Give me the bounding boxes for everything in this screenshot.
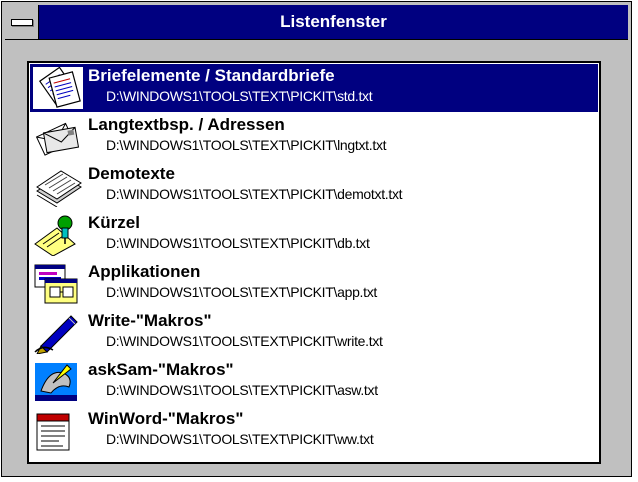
list-item[interactable]: Demotexte D:\WINDOWS1\TOOLS\TEXT\PICKIT\… xyxy=(30,162,598,210)
window-title: Listenfenster xyxy=(280,12,387,31)
list-item[interactable]: askSam-"Makros" D:\WINDOWS1\TOOLS\TEXT\P… xyxy=(30,358,598,406)
list-item[interactable]: Kürzel D:\WINDOWS1\TOOLS\TEXT\PICKIT\db.… xyxy=(30,211,598,259)
notepad-pin-icon xyxy=(34,215,76,256)
system-menu-icon xyxy=(11,19,33,26)
applications-icon xyxy=(34,264,78,304)
item-name: Kürzel xyxy=(88,213,140,232)
item-name: Briefelemente / Standardbriefe xyxy=(88,66,335,85)
newspaper-stack-icon xyxy=(36,170,82,207)
item-path: D:\WINDOWS1\TOOLS\TEXT\PICKIT\write.txt xyxy=(106,333,383,349)
letters-icon xyxy=(33,67,83,109)
item-name: Applikationen xyxy=(88,262,201,281)
item-path: D:\WINDOWS1\TOOLS\TEXT\PICKIT\app.txt xyxy=(106,284,378,300)
system-menu-button[interactable] xyxy=(5,5,39,39)
item-name: WinWord-"Makros" xyxy=(88,409,244,428)
list-item[interactable]: Write-"Makros" D:\WINDOWS1\TOOLS\TEXT\PI… xyxy=(30,309,598,357)
item-name: Write-"Makros" xyxy=(88,311,212,330)
item-path: D:\WINDOWS1\TOOLS\TEXT\PICKIT\ww.txt xyxy=(106,431,374,447)
pen-icon xyxy=(34,315,78,354)
file-list[interactable]: Briefelemente / Standardbriefe D:\WINDOW… xyxy=(27,61,601,464)
list-item[interactable]: Briefelemente / Standardbriefe D:\WINDOW… xyxy=(30,64,598,112)
item-path: D:\WINDOWS1\TOOLS\TEXT\PICKIT\demotxt.tx… xyxy=(106,186,403,202)
item-path: D:\WINDOWS1\TOOLS\TEXT\PICKIT\std.txt xyxy=(106,88,373,104)
item-name: askSam-"Makros" xyxy=(88,360,234,379)
winword-document-icon xyxy=(36,413,70,451)
list-item[interactable]: Applikationen D:\WINDOWS1\TOOLS\TEXT\PIC… xyxy=(30,260,598,308)
title-bar[interactable]: Listenfenster xyxy=(5,5,628,40)
item-path: D:\WINDOWS1\TOOLS\TEXT\PICKIT\lngtxt.txt xyxy=(106,137,387,153)
item-path: D:\WINDOWS1\TOOLS\TEXT\PICKIT\db.txt xyxy=(106,235,370,251)
list-item[interactable]: Langtextbsp. / Adressen D:\WINDOWS1\TOOL… xyxy=(30,113,598,161)
window-client-area: Briefelemente / Standardbriefe D:\WINDOW… xyxy=(5,40,628,473)
asksam-icon xyxy=(35,363,77,401)
item-name: Demotexte xyxy=(88,164,175,183)
item-name: Langtextbsp. / Adressen xyxy=(88,115,285,134)
envelopes-icon xyxy=(35,122,80,156)
list-item[interactable]: WinWord-"Makros" D:\WINDOWS1\TOOLS\TEXT\… xyxy=(30,407,598,455)
list-window: Listenfenster Briefelemente / Standardbr… xyxy=(1,1,632,477)
item-path: D:\WINDOWS1\TOOLS\TEXT\PICKIT\asw.txt xyxy=(106,382,378,398)
